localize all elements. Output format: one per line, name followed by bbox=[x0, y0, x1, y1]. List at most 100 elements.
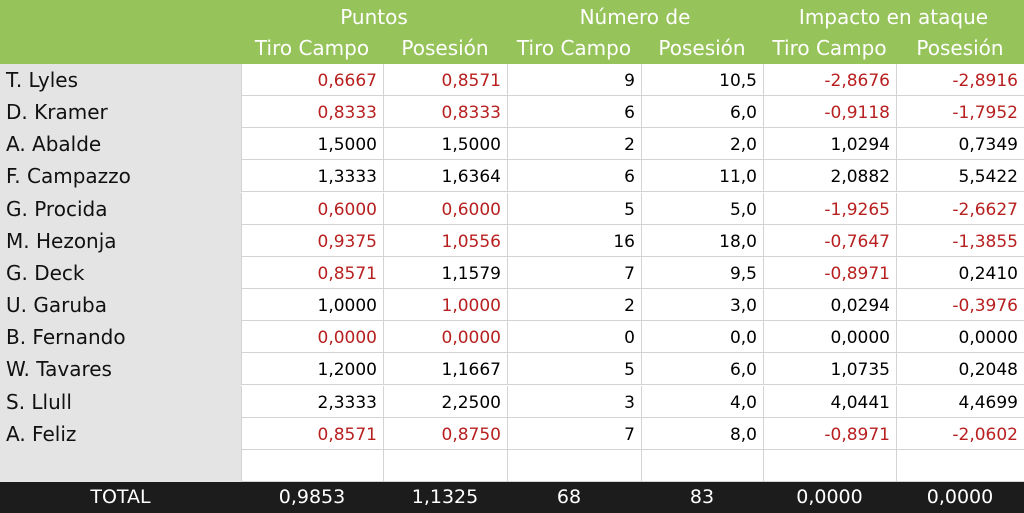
cell-value: 9,5 bbox=[729, 263, 757, 284]
header-group-numero: Número de bbox=[579, 5, 691, 29]
cell-value: 2 bbox=[624, 135, 635, 156]
cell-value: 1,0000 bbox=[317, 296, 377, 317]
table-row: A. Feliz 0,8571 0,8750 7 8,0 -0,8971 -2,0602 bbox=[0, 417, 1024, 450]
cell-value: 0 bbox=[624, 328, 635, 349]
table-row: U. Garuba 1,0000 1,0000 2 3,0 0,0294 -0,3976 bbox=[0, 289, 1024, 322]
header-col-impacto-posesion: Posesión bbox=[916, 36, 1004, 60]
cell-value: 5,0 bbox=[729, 199, 757, 220]
player-name: U. Garuba bbox=[6, 293, 107, 318]
header-col-numero-posesion: Posesión bbox=[658, 36, 746, 60]
player-name: G. Deck bbox=[6, 260, 85, 285]
cell-value: 0,6000 bbox=[317, 199, 377, 220]
cell-value: 4,0 bbox=[729, 392, 757, 413]
cell-value: 1,0556 bbox=[441, 231, 501, 252]
cell-value: 4,0441 bbox=[830, 392, 890, 413]
cell-value: -2,8916 bbox=[952, 71, 1018, 91]
cell-value: 1,0000 bbox=[441, 296, 501, 317]
cell-value: 0,0 bbox=[729, 328, 757, 349]
cell-value: -0,3976 bbox=[952, 296, 1018, 317]
cell-value: 5 bbox=[624, 360, 635, 381]
table-row: G. Procida 0,6000 0,6000 5 5,0 -1,9265 -2,6627 bbox=[0, 192, 1024, 225]
cell-value: 6,0 bbox=[729, 360, 757, 381]
cell-value: 0,6000 bbox=[441, 199, 501, 220]
table-header: Puntos Número de Impacto en ataque Tiro … bbox=[0, 0, 1024, 64]
cell-value: 0,8750 bbox=[441, 424, 501, 445]
header-col-numero-tiro-campo: Tiro Campo bbox=[516, 36, 632, 60]
cell-value: 7 bbox=[624, 424, 635, 445]
cell-value: 0,8571 bbox=[317, 263, 377, 284]
cell-value: 5 bbox=[624, 199, 635, 220]
stats-table: Puntos Número de Impacto en ataque Tiro … bbox=[0, 0, 1024, 513]
cell-value: 1,6364 bbox=[441, 167, 501, 188]
total-label: TOTAL bbox=[90, 486, 151, 508]
cell-value: 1,3333 bbox=[317, 167, 377, 188]
cell-value: 0,9375 bbox=[317, 231, 377, 252]
player-name: F. Campazzo bbox=[6, 164, 131, 189]
cell-value: 0,2048 bbox=[958, 360, 1018, 381]
player-name: D. Kramer bbox=[6, 100, 108, 125]
table-row: T. Lyles 0,6667 0,8571 9 10,5 -2,8676 -2,8916 bbox=[0, 64, 1024, 96]
cell-value: -2,0602 bbox=[952, 424, 1018, 445]
cell-value: 2,0882 bbox=[830, 167, 890, 188]
table-row: S. Llull 2,3333 2,2500 3 4,0 4,0441 4,4699 bbox=[0, 385, 1024, 418]
cell-value: 5,5422 bbox=[958, 167, 1018, 188]
cell-value: 3 bbox=[624, 392, 635, 413]
table-cell bbox=[383, 449, 507, 482]
cell-value: -0,9118 bbox=[824, 103, 890, 124]
player-name: S. Llull bbox=[6, 389, 72, 414]
cell-value: -0,8971 bbox=[824, 263, 890, 284]
player-name: M. Hezonja bbox=[6, 228, 117, 253]
total-value: 1,1325 bbox=[411, 486, 479, 508]
cell-value: 2,2500 bbox=[441, 392, 501, 413]
cell-value: 9 bbox=[624, 71, 635, 91]
cell-value: 3,0 bbox=[729, 296, 757, 317]
cell-value: 1,5000 bbox=[317, 135, 377, 156]
table-row: F. Campazzo 1,3333 1,6364 6 11,0 2,0882 5,5422 bbox=[0, 160, 1024, 193]
header-col-impacto-tiro-campo: Tiro Campo bbox=[772, 36, 887, 60]
cell-value: -1,9265 bbox=[824, 199, 890, 220]
cell-value: 6,0 bbox=[729, 103, 757, 124]
table-row bbox=[0, 449, 1024, 482]
cell-value: 0,8571 bbox=[317, 424, 377, 445]
table-cell bbox=[896, 449, 1024, 482]
player-name: B. Fernando bbox=[6, 325, 126, 350]
cell-value: 18,0 bbox=[719, 231, 757, 252]
player-name: A. Abalde bbox=[6, 132, 102, 157]
table-row: B. Fernando 0,0000 0,0000 0 0,0 0,0000 0,0000 bbox=[0, 321, 1024, 354]
header-col-puntos-posesion: Posesión bbox=[401, 36, 489, 60]
cell-value: 0,7349 bbox=[958, 135, 1018, 156]
cell-value: 1,2000 bbox=[317, 360, 377, 381]
cell-value: 1,1579 bbox=[441, 263, 501, 284]
cell-value: 0,0000 bbox=[958, 328, 1018, 349]
cell-value: 1,1667 bbox=[441, 360, 501, 381]
cell-value: 11,0 bbox=[719, 167, 757, 188]
player-name: T. Lyles bbox=[6, 68, 78, 92]
header-group-impacto: Impacto en ataque bbox=[798, 5, 989, 29]
cell-value: 2,0 bbox=[729, 135, 757, 156]
cell-value: 0,0000 bbox=[830, 328, 890, 349]
cell-value: -2,8676 bbox=[824, 71, 890, 91]
total-value: 0,9853 bbox=[278, 486, 346, 508]
cell-value: 2,3333 bbox=[317, 392, 377, 413]
cell-value: 7 bbox=[624, 263, 635, 284]
cell-value: 1,0735 bbox=[830, 360, 890, 381]
cell-value: 0,0000 bbox=[441, 328, 501, 349]
cell-value: 10,5 bbox=[719, 71, 757, 91]
cell-value: -0,7647 bbox=[824, 231, 890, 252]
total-value: 83 bbox=[689, 486, 715, 508]
cell-value: 0,8333 bbox=[441, 103, 501, 124]
cell-value: 0,8571 bbox=[441, 71, 501, 91]
player-name: W. Tavares bbox=[6, 357, 112, 382]
cell-value: 0,8333 bbox=[317, 103, 377, 124]
table-row: D. Kramer 0,8333 0,8333 6 6,0 -0,9118 -1,7952 bbox=[0, 96, 1024, 129]
cell-value: 6 bbox=[624, 167, 635, 188]
cell-value: 1,0294 bbox=[830, 135, 890, 156]
table-cell bbox=[507, 449, 641, 482]
total-row: TOTAL 0,9853 1,1325 68 83 0,0000 0,0000 bbox=[0, 482, 1024, 513]
header-group-puntos: Puntos bbox=[340, 5, 408, 29]
header-col-puntos-tiro-campo: Tiro Campo bbox=[254, 36, 370, 60]
table-row: W. Tavares 1,2000 1,1667 5 6,0 1,0735 0,2048 bbox=[0, 353, 1024, 386]
cell-value: 0,6667 bbox=[317, 71, 377, 91]
cell-value: 4,4699 bbox=[958, 392, 1018, 413]
player-name: G. Procida bbox=[6, 196, 108, 221]
